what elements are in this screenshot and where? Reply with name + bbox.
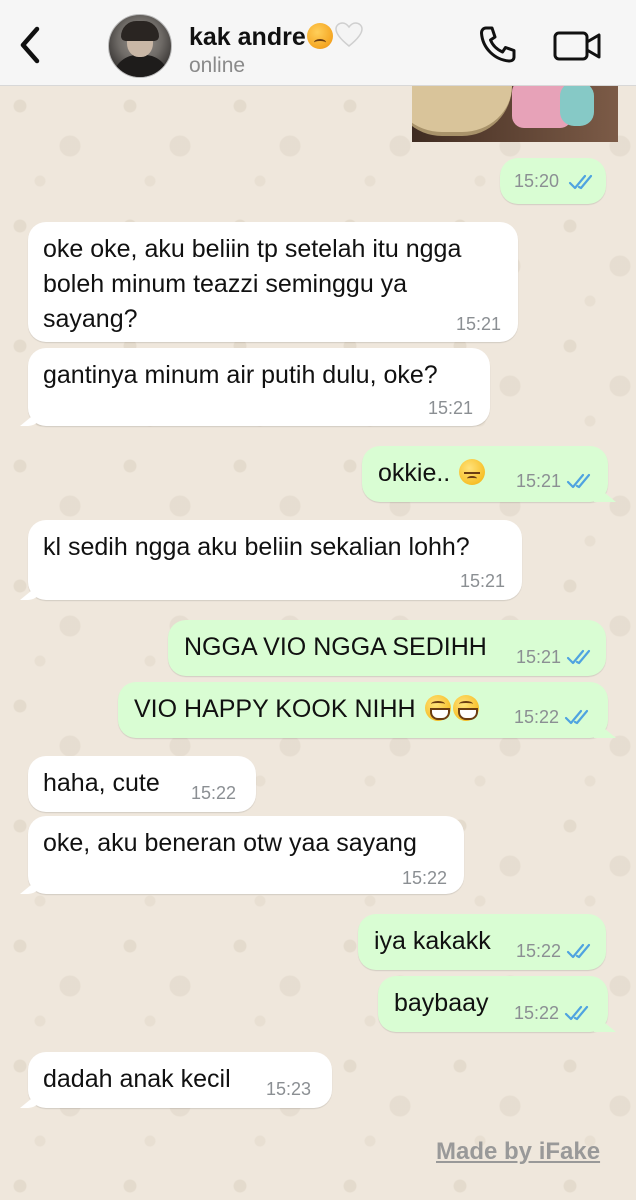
message-time: 15:22: [516, 941, 562, 961]
message-text-content: okkie..: [378, 459, 451, 487]
message-bubble-outgoing[interactable]: NGGA VIO NGGA SEDIHH 15:21: [168, 620, 606, 676]
message-text: haha, cute: [43, 769, 160, 797]
contact-name[interactable]: kak andre: [189, 22, 364, 52]
grinning-face-icon: [424, 695, 451, 721]
chevron-left-icon: [20, 26, 40, 64]
message-text: sayang?: [43, 305, 138, 333]
message-time: 15:23: [266, 1079, 312, 1099]
read-ticks-icon: [564, 1005, 589, 1021]
angry-face-icon: [306, 23, 333, 49]
phone-icon: [480, 26, 516, 63]
message-text: oke oke, aku beliin tp setelah itu ngga: [43, 235, 462, 263]
white-heart-icon: [334, 22, 363, 47]
message-time: 15:21: [516, 647, 562, 667]
message-bubble-outgoing[interactable]: VIO HAPPY KOOK NIHH 15:22: [118, 682, 608, 738]
message-bubble-incoming[interactable]: oke, aku beneran otw yaa sayang 15:22: [28, 816, 464, 894]
video-camera-icon: [553, 31, 601, 61]
contact-name-text: kak andre: [189, 23, 306, 51]
message-text: okkie..: [378, 456, 486, 491]
message-time: 15:22: [514, 1003, 560, 1023]
message-bubble-incoming[interactable]: kl sedih ngga aku beliin sekalian lohh? …: [28, 520, 522, 600]
message-bubble-incoming[interactable]: dadah anak kecil 15:23: [28, 1052, 332, 1108]
grinning-face-icon: [452, 695, 479, 721]
message-bubble-outgoing[interactable]: okkie.. 15:21: [362, 446, 608, 502]
message-time: 15:22: [191, 783, 237, 803]
contact-status: online: [189, 54, 246, 77]
read-ticks-icon: [566, 943, 591, 959]
message-text: boleh minum teazzi seminggu ya: [43, 270, 408, 298]
voice-call-button[interactable]: [477, 24, 519, 66]
message-text: iya kakakk: [374, 927, 491, 955]
message-text: NGGA VIO NGGA SEDIHH: [184, 633, 487, 661]
message-bubble-outgoing[interactable]: baybaay 15:22: [378, 976, 608, 1032]
message-text: gantinya minum air putih dulu, oke?: [43, 361, 438, 389]
message-time: 15:21: [460, 571, 506, 591]
message-text: oke, aku beneran otw yaa sayang: [43, 829, 417, 857]
watermark: Made by iFake: [436, 1138, 601, 1165]
read-ticks-icon: [568, 174, 593, 190]
read-ticks-icon: [564, 709, 589, 725]
shared-image[interactable]: [412, 86, 618, 142]
message-bubble-incoming[interactable]: haha, cute 15:22: [28, 756, 256, 812]
message-text: baybaay: [394, 989, 489, 1017]
read-ticks-icon: [566, 473, 591, 489]
message-text-content: VIO HAPPY KOOK NIHH: [134, 695, 416, 723]
message-time: 15:20: [514, 171, 560, 191]
message-time: 15:22: [514, 707, 560, 727]
message-time: 15:21: [456, 314, 502, 334]
back-button[interactable]: [10, 22, 50, 68]
message-bubble-incoming[interactable]: gantinya minum air putih dulu, oke? 15:2…: [28, 348, 490, 426]
message-text: dadah anak kecil: [43, 1065, 231, 1093]
message-bubble-incoming[interactable]: oke oke, aku beliin tp setelah itu ngga …: [28, 222, 518, 342]
message-bubble-outgoing[interactable]: iya kakakk 15:22: [358, 914, 606, 970]
pensive-face-icon: [459, 459, 486, 485]
message-text: kl sedih ngga aku beliin sekalian lohh?: [43, 533, 470, 561]
message-time: 15:22: [402, 868, 448, 888]
chat-header: kak andre online: [0, 0, 636, 86]
avatar[interactable]: [108, 14, 172, 78]
message-bubble-outgoing[interactable]: 15:20: [500, 158, 606, 204]
message-text: VIO HAPPY KOOK NIHH: [134, 692, 479, 727]
read-ticks-icon: [566, 649, 591, 665]
video-call-button[interactable]: [552, 26, 604, 66]
message-time: 15:21: [428, 398, 474, 418]
message-time: 15:21: [516, 471, 562, 491]
